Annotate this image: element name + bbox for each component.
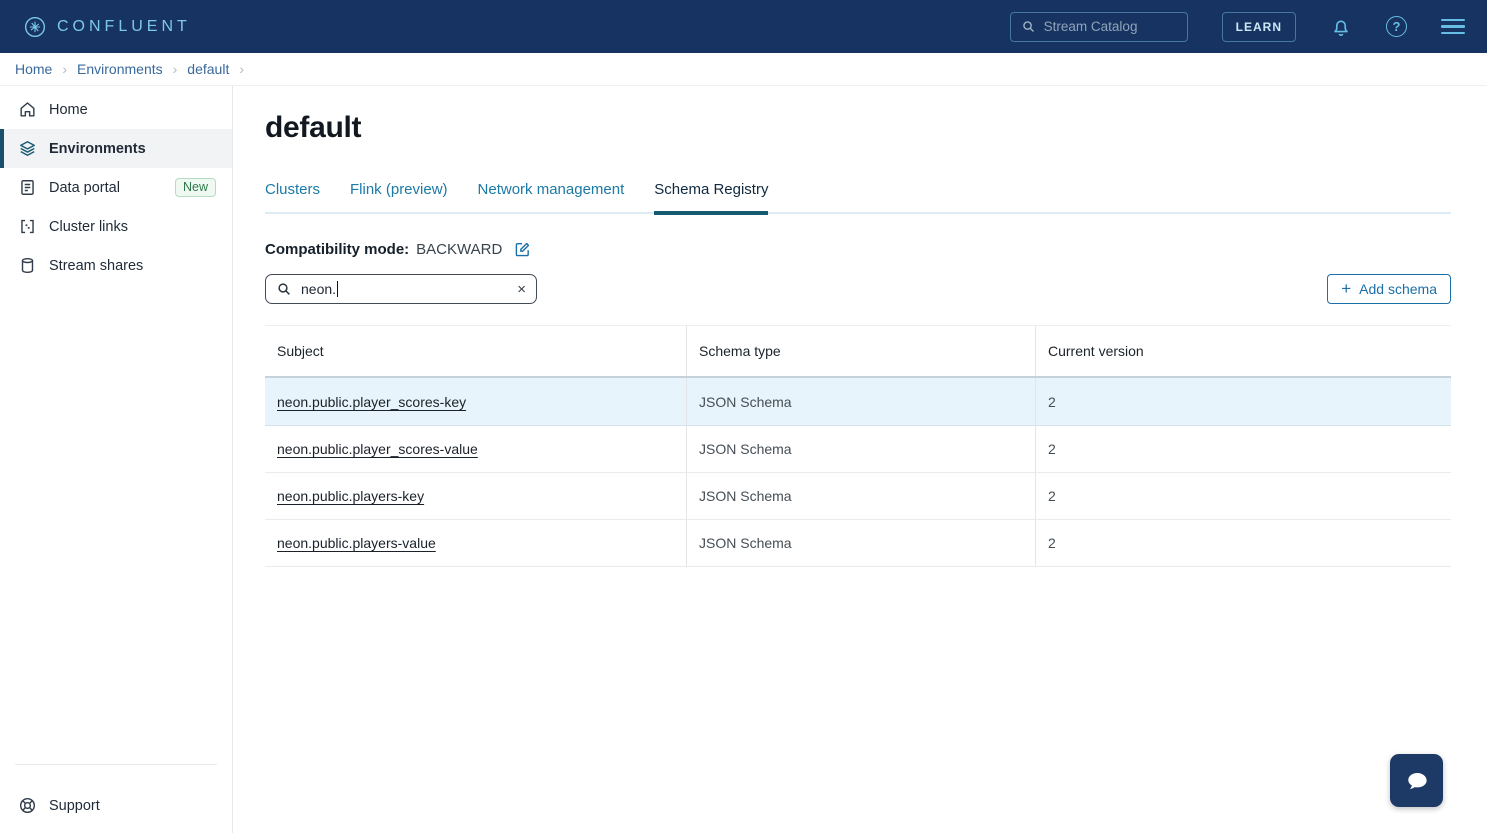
breadcrumb-home[interactable]: Home [15, 61, 52, 77]
brand-name: CONFLUENT [57, 18, 191, 36]
table-toolbar: neon. × + Add schema [265, 274, 1451, 304]
table-row[interactable]: neon.public.player_scores-value JSON Sch… [265, 426, 1451, 473]
chevron-right-icon: › [239, 61, 244, 77]
sidebar-item-environments[interactable]: Environments [0, 129, 232, 168]
life-ring-icon [18, 796, 37, 815]
main-content: default Clusters Flink (preview) Network… [233, 86, 1487, 833]
chevron-right-icon: › [173, 61, 178, 77]
search-icon [1021, 19, 1036, 34]
new-badge: New [175, 178, 216, 197]
schema-registry-table: Subject Schema type Current version neon… [265, 325, 1451, 567]
current-version-cell: 2 [1036, 473, 1451, 519]
search-icon [276, 281, 292, 297]
table-header-row: Subject Schema type Current version [265, 325, 1451, 377]
table-row[interactable]: neon.public.players-value JSON Schema 2 [265, 520, 1451, 567]
help-icon[interactable]: ? [1386, 16, 1407, 37]
stream-catalog-input[interactable] [1044, 19, 1177, 34]
subject-search-input[interactable]: neon. × [265, 274, 537, 304]
schema-type-cell: JSON Schema [687, 520, 1036, 566]
confluent-brand[interactable]: CONFLUENT [24, 16, 191, 38]
sidebar-item-home[interactable]: Home [0, 90, 232, 129]
sidebar-item-label: Environments [49, 141, 146, 157]
document-icon [18, 178, 37, 197]
table-row[interactable]: neon.public.players-key JSON Schema 2 [265, 473, 1451, 520]
sidebar-item-label: Support [49, 798, 100, 814]
compatibility-mode-row: Compatibility mode: BACKWARD [265, 241, 1451, 258]
schema-type-cell: JSON Schema [687, 378, 1036, 425]
add-schema-label: Add schema [1359, 281, 1437, 297]
tab-clusters[interactable]: Clusters [265, 181, 320, 214]
current-version-cell: 2 [1036, 426, 1451, 472]
tab-network-management[interactable]: Network management [478, 181, 625, 214]
tab-bar: Clusters Flink (preview) Network managem… [265, 181, 1451, 214]
breadcrumb: Home › Environments › default › [0, 53, 1487, 86]
column-header-schema-type: Schema type [687, 326, 1036, 376]
tab-flink-preview[interactable]: Flink (preview) [350, 181, 448, 214]
sidebar-item-data-portal[interactable]: Data portal New [0, 168, 232, 207]
tab-schema-registry[interactable]: Schema Registry [654, 181, 768, 215]
sidebar-item-label: Cluster links [49, 219, 128, 235]
column-header-subject: Subject [265, 326, 687, 376]
layers-icon [18, 139, 37, 158]
learn-button[interactable]: LEARN [1222, 12, 1296, 42]
edit-compatibility-icon[interactable] [514, 241, 531, 258]
compatibility-mode-value: BACKWARD [416, 241, 502, 258]
plus-icon: + [1341, 280, 1351, 297]
schema-type-cell: JSON Schema [687, 426, 1036, 472]
confluent-logo-icon [24, 16, 46, 38]
chat-widget-button[interactable] [1390, 754, 1443, 807]
compatibility-mode-label: Compatibility mode: [265, 241, 409, 258]
sidebar-item-label: Stream shares [49, 258, 143, 274]
sidebar-item-label: Data portal [49, 180, 120, 196]
brackets-icon [18, 217, 37, 236]
add-schema-button[interactable]: + Add schema [1327, 274, 1451, 304]
sidebar-item-cluster-links[interactable]: Cluster links [0, 207, 232, 246]
notifications-bell-icon[interactable] [1330, 16, 1352, 38]
cylinder-icon [18, 256, 37, 275]
speech-bubble-icon [1402, 766, 1432, 796]
top-navbar: CONFLUENT LEARN ? [0, 0, 1487, 53]
breadcrumb-environments[interactable]: Environments [77, 61, 163, 77]
subject-link[interactable]: neon.public.player_scores-key [277, 394, 466, 410]
hamburger-menu-icon[interactable] [1441, 19, 1465, 34]
table-row[interactable]: neon.public.player_scores-key JSON Schem… [265, 377, 1451, 426]
clear-search-icon[interactable]: × [517, 282, 526, 297]
column-header-current-version: Current version [1036, 326, 1451, 376]
schema-type-cell: JSON Schema [687, 473, 1036, 519]
current-version-cell: 2 [1036, 520, 1451, 566]
subject-search-value: neon. [301, 281, 336, 297]
stream-catalog-search[interactable] [1010, 12, 1188, 42]
subject-link[interactable]: neon.public.players-value [277, 535, 436, 551]
home-icon [18, 100, 37, 119]
subject-link[interactable]: neon.public.player_scores-value [277, 441, 478, 457]
subject-link[interactable]: neon.public.players-key [277, 488, 424, 504]
sidebar-item-support[interactable]: Support [0, 786, 232, 825]
sidebar-item-label: Home [49, 102, 88, 118]
text-cursor [337, 281, 338, 297]
page-title: default [265, 111, 1451, 145]
breadcrumb-default[interactable]: default [187, 61, 229, 77]
sidebar: Home Environments Data portal New [0, 86, 233, 833]
sidebar-item-stream-shares[interactable]: Stream shares [0, 246, 232, 285]
chevron-right-icon: › [62, 61, 67, 77]
sidebar-divider [15, 764, 217, 765]
current-version-cell: 2 [1036, 378, 1451, 425]
